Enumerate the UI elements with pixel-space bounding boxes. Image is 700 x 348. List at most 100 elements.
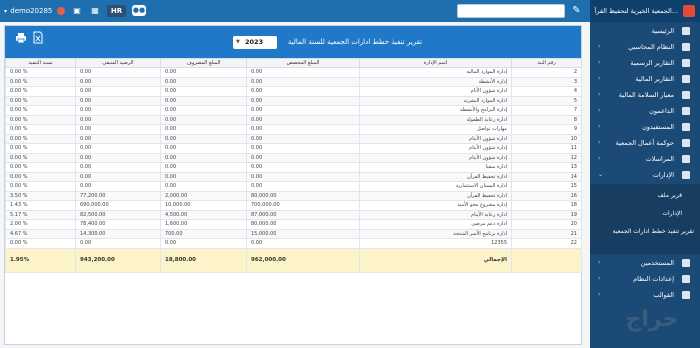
table-row: 4 ادارة شؤون الأنام 0.00 0.00 0.00% 0.00 <box>5 86 582 97</box>
allocated-amount: 0.00 <box>246 124 360 135</box>
remaining-balance: 78,400.00 <box>75 219 161 230</box>
item-number: 2 <box>511 67 582 78</box>
submenu-item-plans-report[interactable]: تقرير تنفيذ خطط ادارات الجمعية <box>590 226 700 238</box>
execution-ratio: % 4.67 <box>5 228 76 239</box>
spent-amount: 0.00 <box>160 124 247 135</box>
notification-icon[interactable]: ▣ <box>72 5 82 17</box>
item-number: 14 <box>511 171 582 182</box>
table-row: 3 إدارة الأنشطة 0.00 0.00 0.00% 0.00 <box>5 76 582 87</box>
execution-ratio: % 0.00 <box>5 86 76 97</box>
allocated-amount: 700,000.00 <box>246 200 360 211</box>
column-header[interactable]: اسم الإدارة <box>359 58 512 68</box>
remaining-balance: 0.00 <box>75 67 161 78</box>
report-icon <box>682 75 690 83</box>
remaining-balance: 0.00 <box>75 105 161 116</box>
sidebar-item-label: إعدادات النظام <box>633 275 674 283</box>
execution-ratio: % 0.00 <box>5 114 76 125</box>
total-cell <box>511 247 582 273</box>
column-header[interactable]: المبلغ المصروف <box>160 58 247 68</box>
department-name: ادارة رعاية الطفولة <box>359 114 512 125</box>
execution-ratio: % 0.00 <box>5 152 76 163</box>
spent-amount: 0.00 <box>160 86 247 97</box>
spent-amount: 0.00 <box>160 143 247 154</box>
user-icon <box>682 259 690 267</box>
sidebar-item-departments[interactable]: الإدارات ⌄ <box>590 166 700 184</box>
allocated-amount: 87,000.00 <box>246 209 360 220</box>
column-header[interactable]: المبلغ المخصص <box>246 58 360 68</box>
allocated-amount: 0.00 <box>246 152 360 163</box>
mail-icon <box>682 155 690 163</box>
hr-button[interactable]: HR <box>107 5 126 17</box>
search-input[interactable] <box>457 4 565 18</box>
item-number: 5 <box>511 95 582 106</box>
department-name: ادارة البستان الاستثمارية <box>359 181 512 192</box>
column-header[interactable]: نسبة التنفيذ <box>5 58 76 68</box>
department-name: إدارة مشروع محو الأمية <box>359 200 512 211</box>
allocated-amount: 0.00 <box>246 105 360 116</box>
sidebar-item-label: التقارير الرسمية <box>630 59 674 67</box>
execution-ratio: % 0.00 <box>5 67 76 78</box>
sidebar-item-label: معيار السلامة المالية <box>618 91 674 99</box>
hamburger-icon[interactable]: ✎ <box>570 5 583 17</box>
allocated-amount: 0.00 <box>246 133 360 144</box>
execution-ratio: % 0.00 <box>5 105 76 116</box>
allocated-amount: 0.00 <box>246 95 360 106</box>
sidebar-item-label: الداعمون <box>649 107 674 115</box>
sidebar-item-label: الإدارات <box>652 171 674 179</box>
table-row: 11 إدارة شؤون الأيتام 0.00 0.00 0.00% 0.00 <box>5 143 582 154</box>
execution-ratio: % 0.00 <box>5 133 76 144</box>
print-icon[interactable] <box>15 32 27 44</box>
spent-amount: 0.00 <box>160 238 247 249</box>
remaining-balance: 0.00 <box>75 124 161 135</box>
table-row: 7 إدارة البرامج والأنشطة 0.00 0.00 0.00% 0.0… <box>5 105 582 116</box>
users-icon <box>682 123 690 131</box>
username: demo20285 <box>10 7 53 15</box>
department-name: ادارة برنامج الأسر المنتجة <box>359 228 512 239</box>
item-number: 21 <box>511 228 582 239</box>
allocated-amount: 0.00 <box>246 162 360 173</box>
template-icon <box>682 291 690 299</box>
chat-icon[interactable]: ●● <box>132 5 146 16</box>
calendar-icon[interactable]: ▦ <box>90 5 100 17</box>
item-number: 11 <box>511 143 582 154</box>
report-header: ▼ 2023 تقرير تنفيذ خطط ادارات الجمعية لل… <box>5 26 581 58</box>
column-header[interactable]: الرصيد المتبقي <box>75 58 161 68</box>
spent-amount: 4,500.00 <box>160 209 247 220</box>
brand[interactable]: الجمعية الخيرية لتحفيظ القرآ... <box>590 0 700 22</box>
department-name: إدارة البرامج والأنشطة <box>359 105 512 116</box>
submenu-item-file-report[interactable]: قرير ملف <box>590 190 700 202</box>
item-number: 10 <box>511 133 582 144</box>
user-menu[interactable]: ▾ demo20285 <box>4 5 65 17</box>
building-icon <box>682 171 690 179</box>
remaining-balance: 0.00 <box>75 152 161 163</box>
department-name: إدارة شؤون الأيتام <box>359 143 512 154</box>
table-row: 10 ادارة شؤون الأيتام 0.00 0.00 0.00% 0.00 <box>5 133 582 144</box>
execution-ratio: % 0.00 <box>5 181 76 192</box>
column-header[interactable]: رقم البند <box>511 58 582 68</box>
department-name: ادارة تحفيظ القرآن <box>359 171 512 182</box>
total-label: الإجمالي <box>359 247 512 273</box>
spent-amount: 0.00 <box>160 95 247 106</box>
department-name: ادارة الموارد البشرية <box>359 95 512 106</box>
remaining-balance: 0.00 <box>75 238 161 249</box>
spent-amount: 0.00 <box>160 152 247 163</box>
excel-export-icon[interactable] <box>33 31 43 44</box>
execution-ratio: % 1.43 <box>5 200 76 211</box>
execution-ratio: % 0.00 <box>5 171 76 182</box>
submenu-item-departments[interactable]: الإدارات <box>590 208 700 220</box>
top-bar: الجمعية الخيرية لتحفيظ القرآ... ✎ ▾ demo… <box>0 0 700 22</box>
item-number: 12 <box>511 152 582 163</box>
document-icon <box>682 59 690 67</box>
item-number: 3 <box>511 76 582 87</box>
allocated-amount: 0.00 <box>246 181 360 192</box>
department-name: مهارات تواصل <box>359 124 512 135</box>
department-name: 12355 <box>359 238 512 249</box>
item-number: 8 <box>511 114 582 125</box>
chevron-down-icon: ▼ <box>236 39 240 45</box>
allocated-amount: 0.00 <box>246 143 360 154</box>
table-row: 8 ادارة رعاية الطفولة 0.00 0.00 0.00% 0.00 <box>5 114 582 125</box>
sidebar-item-label: الرئيسية <box>651 27 674 35</box>
total-remaining: 943,200.00 <box>75 247 161 273</box>
watermark-logo: حراج <box>625 307 679 332</box>
table-row: 2 إدارة الموارد المالية 0.00 0.00 0.00% 0.00 <box>5 67 582 78</box>
